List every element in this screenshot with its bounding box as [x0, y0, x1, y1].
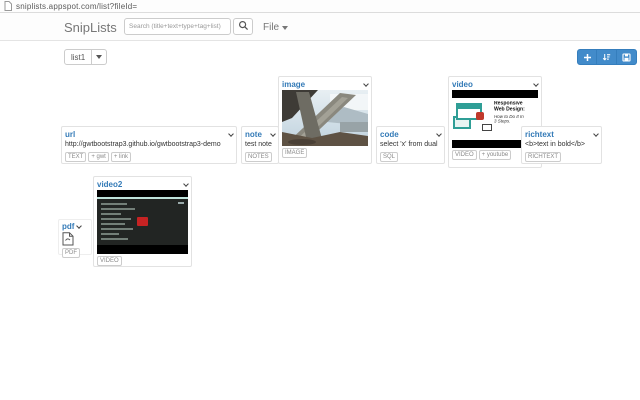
tag-chip[interactable]: + link — [111, 152, 131, 162]
file-menu-label: File — [263, 22, 279, 33]
snippet-card-pdf: pdf PDF — [58, 219, 92, 255]
card-text: select 'x' from dual — [380, 140, 441, 150]
chevron-down-icon[interactable] — [363, 81, 369, 87]
snippet-card-image: image IMAGE — [278, 76, 372, 164]
sort-icon — [602, 53, 611, 62]
snippet-card-url: url http://gwtbootstrap3.github.io/gwtbo… — [61, 126, 237, 164]
browser-address-bar[interactable]: sniplists.appspot.com/list?fileId= — [0, 0, 640, 13]
type-badge: PDF — [62, 248, 80, 258]
card-title-link[interactable]: code — [380, 130, 399, 139]
app-window: sniplists.appspot.com/list?fileId= SnipL… — [0, 0, 640, 400]
type-badge: NOTES — [245, 152, 272, 162]
card-title-link[interactable]: richtext — [525, 130, 554, 139]
toolbar-actions — [577, 49, 637, 65]
chevron-down-icon — [282, 26, 288, 30]
navbar: SnipLists File — [0, 13, 640, 41]
chevron-down-icon[interactable] — [270, 131, 276, 137]
thumbnail-screen — [97, 199, 188, 245]
chevron-down-icon[interactable] — [436, 131, 442, 137]
chevron-down-icon[interactable] — [77, 223, 83, 229]
card-text: <b>text in bold</b> — [525, 140, 598, 150]
image-thumbnail[interactable] — [282, 90, 368, 146]
sort-button[interactable] — [597, 49, 617, 65]
snippet-card-note: note test note NOTES — [241, 126, 279, 164]
url-text: sniplists.appspot.com/list?fileId= — [16, 2, 137, 11]
chevron-down-icon[interactable] — [183, 181, 189, 187]
pdf-file-icon[interactable] — [62, 232, 74, 246]
type-badge: TEXT — [65, 152, 86, 162]
card-title-link[interactable]: video — [452, 80, 473, 89]
card-title-link[interactable]: video2 — [97, 180, 122, 189]
card-title-link[interactable]: image — [282, 80, 305, 89]
chevron-down-icon[interactable] — [228, 131, 234, 137]
tag-chip[interactable]: + youtube — [479, 150, 512, 160]
list-selector-button[interactable]: list1 — [64, 49, 92, 65]
save-button[interactable] — [617, 49, 637, 65]
card-title-link[interactable]: url — [65, 130, 75, 139]
thumbnail-subheading: How to Do It In 3 Steps. — [494, 115, 527, 124]
search-input[interactable] — [124, 18, 231, 35]
floppy-save-icon — [622, 53, 631, 62]
video-thumbnail[interactable] — [97, 190, 188, 254]
type-badge: VIDEO — [97, 256, 122, 266]
type-badge: IMAGE — [282, 148, 307, 158]
chevron-down-icon — [96, 55, 102, 59]
list-selector: list1 — [64, 49, 107, 65]
chevron-down-icon[interactable] — [593, 131, 599, 137]
list-selector-caret-button[interactable] — [92, 49, 107, 65]
file-menu[interactable]: File — [263, 22, 288, 33]
card-title-link[interactable]: note — [245, 130, 262, 139]
search-button[interactable] — [233, 18, 253, 35]
snippet-card-richtext: richtext <b>text in bold</b> RICHTEXT — [521, 126, 602, 164]
thumbnail-illustration — [452, 98, 494, 140]
card-title-link[interactable]: pdf — [62, 222, 74, 231]
thumbnail-heading: Responsive Web Design: — [494, 101, 531, 112]
page-favicon-icon — [4, 1, 12, 11]
card-text: http://gwtbootstrap3.github.io/gwtbootst… — [65, 140, 233, 150]
add-button[interactable] — [577, 49, 597, 65]
type-badge: SQL — [380, 152, 398, 162]
card-text: test note — [245, 140, 275, 150]
app-brand: SnipLists — [64, 20, 117, 35]
snippet-card-video2: video2 VIDEO — [93, 176, 192, 267]
type-badge: RICHTEXT — [525, 152, 561, 162]
tag-chip[interactable]: + gwt — [88, 152, 109, 162]
chevron-down-icon[interactable] — [533, 81, 539, 87]
search-icon — [238, 19, 249, 34]
snippet-card-code: code select 'x' from dual SQL — [376, 126, 445, 164]
type-badge: VIDEO — [452, 150, 477, 160]
plus-icon — [583, 53, 592, 62]
